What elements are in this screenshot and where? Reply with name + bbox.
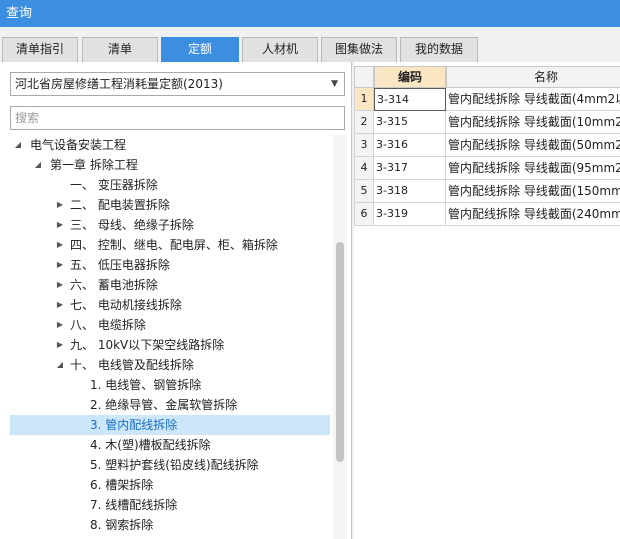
tree-item[interactable]: 5. 塑料护套线(铅皮线)配线拆除 <box>10 455 330 475</box>
search-input[interactable] <box>10 106 345 130</box>
tree-scrollbar[interactable] <box>333 135 347 539</box>
table-row[interactable]: 23-315管内配线拆除 导线截面(10mm2以内 <box>354 111 620 134</box>
tab-quota[interactable]: 定额 <box>161 37 239 62</box>
tree-item[interactable]: ▶ 七、 电动机接线拆除 <box>10 295 330 315</box>
chevron-down-icon: ▼ <box>331 79 338 89</box>
scrollbar-thumb[interactable] <box>336 242 344 462</box>
tree-item-label: 3. 管内配线拆除 <box>90 418 178 432</box>
tree-item[interactable]: ▶ 二、 配电装置拆除 <box>10 195 330 215</box>
column-header-name[interactable]: 名称 <box>446 66 620 88</box>
row-number: 4 <box>354 157 374 180</box>
tree-item-label: 6. 槽架拆除 <box>90 478 154 492</box>
name-cell: 管内配线拆除 导线截面(50mm2以内 <box>446 134 620 157</box>
tree-item-label: 8. 钢索拆除 <box>90 518 154 532</box>
triangle-right-icon[interactable]: ▶ <box>54 315 66 335</box>
tree-item[interactable]: 一、 变压器拆除 <box>10 175 330 195</box>
row-number-header <box>354 66 374 88</box>
quota-library-select[interactable]: 河北省房屋修缮工程消耗量定额(2013) ▼ <box>10 72 345 96</box>
row-number: 5 <box>354 180 374 203</box>
table-row[interactable]: 43-317管内配线拆除 导线截面(95mm2以内 <box>354 157 620 180</box>
triangle-right-icon[interactable]: ▶ <box>54 335 66 355</box>
row-number: 6 <box>354 203 374 226</box>
window-title: 查询 <box>0 0 620 27</box>
row-number: 3 <box>354 134 374 157</box>
column-header-code[interactable]: 编码 <box>374 66 446 88</box>
tree-item[interactable]: ▶ 三、 母线、绝缘子拆除 <box>10 215 330 235</box>
triangle-right-icon[interactable]: ▶ <box>54 295 66 315</box>
tree-item[interactable]: 3. 管内配线拆除 <box>10 415 330 435</box>
name-cell: 管内配线拆除 导线截面(10mm2以内 <box>446 111 620 134</box>
triangle-down-icon[interactable]: ◢ <box>54 355 66 375</box>
tree-item[interactable]: 7. 线槽配线拆除 <box>10 495 330 515</box>
table-row[interactable]: 13-314管内配线拆除 导线截面(4mm2以内 <box>354 88 620 111</box>
name-cell: 管内配线拆除 导线截面(150mm2以 <box>446 180 620 203</box>
tree-item-label: 十、 电线管及配线拆除 <box>70 358 194 372</box>
code-cell: 3-314 <box>374 88 446 111</box>
table-row[interactable]: 33-316管内配线拆除 导线截面(50mm2以内 <box>354 134 620 157</box>
tree-item-label: 2. 绝缘导管、金属软管拆除 <box>90 398 238 412</box>
table-row[interactable]: 53-318管内配线拆除 导线截面(150mm2以 <box>354 180 620 203</box>
triangle-down-icon[interactable]: ◢ <box>32 155 44 175</box>
tree-item[interactable]: ◢ 电气设备安装工程 <box>10 135 330 155</box>
table-row[interactable]: 63-319管内配线拆除 导线截面(240mm2以 <box>354 203 620 226</box>
tree-item-label: 5. 塑料护套线(铅皮线)配线拆除 <box>90 458 259 472</box>
code-cell: 3-315 <box>374 111 446 134</box>
tab-my-data[interactable]: 我的数据 <box>400 37 478 62</box>
tree-item-label: 第一章 拆除工程 <box>50 158 138 172</box>
name-cell: 管内配线拆除 导线截面(95mm2以内 <box>446 157 620 180</box>
tree-item-label: 六、 蓄电池拆除 <box>70 278 158 292</box>
tree-item-label: 7. 线槽配线拆除 <box>90 498 178 512</box>
tree-item-label: 九、 10kV以下架空线路拆除 <box>70 338 225 352</box>
row-number: 2 <box>354 111 374 134</box>
tree-item-label: 五、 低压电器拆除 <box>70 258 170 272</box>
table-header: 编码 名称 <box>354 66 620 88</box>
tab-bar: 清单指引 清单 定额 人材机 图集做法 我的数据 <box>0 37 620 62</box>
tab-list-guide[interactable]: 清单指引 <box>2 37 78 62</box>
tree-item-label: 1. 电线管、钢管拆除 <box>90 378 202 392</box>
tab-labor-material-machine[interactable]: 人材机 <box>242 37 318 62</box>
tree-item-label: 八、 电缆拆除 <box>70 318 146 332</box>
tree-item-label: 七、 电动机接线拆除 <box>70 298 182 312</box>
tree-item[interactable]: 6. 槽架拆除 <box>10 475 330 495</box>
quota-library-value: 河北省房屋修缮工程消耗量定额(2013) <box>15 77 223 91</box>
name-cell: 管内配线拆除 导线截面(240mm2以 <box>446 203 620 226</box>
triangle-right-icon[interactable]: ▶ <box>54 255 66 275</box>
triangle-right-icon[interactable]: ▶ <box>54 235 66 255</box>
tab-list[interactable]: 清单 <box>82 37 158 62</box>
tree-item[interactable]: ◢ 十、 电线管及配线拆除 <box>10 355 330 375</box>
tree-item[interactable]: ▶ 八、 电缆拆除 <box>10 315 330 335</box>
tree-item[interactable]: ◢ 第一章 拆除工程 <box>10 155 330 175</box>
tree-item-label: 二、 配电装置拆除 <box>70 198 170 212</box>
name-cell: 管内配线拆除 导线截面(4mm2以内 <box>446 88 620 111</box>
tab-atlas-methods[interactable]: 图集做法 <box>321 37 397 62</box>
code-cell: 3-317 <box>374 157 446 180</box>
tree-item-label: 一、 变压器拆除 <box>70 178 158 192</box>
left-panel: 河北省房屋修缮工程消耗量定额(2013) ▼ ◢ 电气设备安装工程 ◢ 第一章 拆除工… <box>0 62 352 539</box>
triangle-right-icon[interactable]: ▶ <box>54 215 66 235</box>
quota-table: 编码 名称 13-314管内配线拆除 导线截面(4mm2以内23-315管内配线… <box>354 62 620 539</box>
tree-item[interactable]: ▶ 九、 10kV以下架空线路拆除 <box>10 335 330 355</box>
tree-item[interactable]: 4. 木(塑)槽板配线拆除 <box>10 435 330 455</box>
tree-item[interactable]: 1. 电线管、钢管拆除 <box>10 375 330 395</box>
tree-item[interactable]: ▶ 四、 控制、继电、配电屏、柜、箱拆除 <box>10 235 330 255</box>
triangle-right-icon[interactable]: ▶ <box>54 195 66 215</box>
row-number: 1 <box>354 88 374 111</box>
tree-item[interactable]: 2. 绝缘导管、金属软管拆除 <box>10 395 330 415</box>
tree-item[interactable]: ▶ 六、 蓄电池拆除 <box>10 275 330 295</box>
tree-item[interactable]: ▶ 五、 低压电器拆除 <box>10 255 330 275</box>
triangle-down-icon[interactable]: ◢ <box>12 135 24 155</box>
tree-item-label: 四、 控制、继电、配电屏、柜、箱拆除 <box>70 238 278 252</box>
tree-item-label: 4. 木(塑)槽板配线拆除 <box>90 438 211 452</box>
code-cell: 3-316 <box>374 134 446 157</box>
tree-item[interactable]: 8. 钢索拆除 <box>10 515 330 535</box>
code-cell: 3-318 <box>374 180 446 203</box>
chapter-tree: ◢ 电气设备安装工程 ◢ 第一章 拆除工程一、 变压器拆除 ▶ 二、 配电装置拆除 ▶ 三、 … <box>10 135 330 539</box>
tree-item-label: 三、 母线、绝缘子拆除 <box>70 218 194 232</box>
tree-item-label: 电气设备安装工程 <box>30 138 127 152</box>
triangle-right-icon[interactable]: ▶ <box>54 275 66 295</box>
code-cell: 3-319 <box>374 203 446 226</box>
